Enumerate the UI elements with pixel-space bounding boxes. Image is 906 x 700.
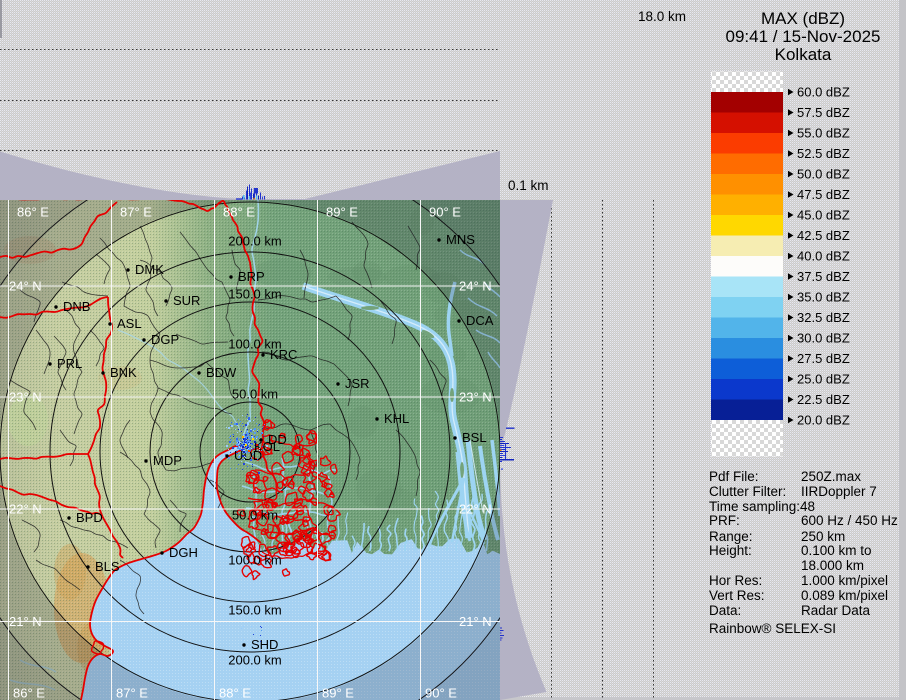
svg-text:0.089 km/pixel: 0.089 km/pixel — [801, 588, 888, 603]
svg-text:Radar Data: Radar Data — [801, 603, 871, 618]
svg-text:90° E: 90° E — [429, 205, 461, 220]
svg-text:27.5 dBZ: 27.5 dBZ — [797, 351, 850, 366]
svg-text:24° N: 24° N — [9, 279, 42, 294]
svg-text:50.0 km: 50.0 km — [232, 387, 278, 402]
svg-text:22.5 dBZ: 22.5 dBZ — [797, 392, 850, 407]
svg-text:09:41 / 15-Nov-2025: 09:41 / 15-Nov-2025 — [726, 27, 881, 46]
svg-text:88° E: 88° E — [223, 205, 255, 220]
svg-text:18.0 km: 18.0 km — [638, 9, 686, 24]
svg-text:50.0 dBZ: 50.0 dBZ — [797, 167, 850, 182]
svg-text:25.0 dBZ: 25.0 dBZ — [797, 372, 850, 387]
svg-text:42.5 dBZ: 42.5 dBZ — [797, 228, 850, 243]
svg-text:DNB: DNB — [63, 299, 90, 314]
svg-text:Kolkata: Kolkata — [775, 45, 832, 64]
svg-text:PRF:: PRF: — [709, 513, 740, 528]
svg-text:88° E: 88° E — [219, 686, 251, 700]
svg-text:Hor Res:: Hor Res: — [709, 573, 762, 588]
svg-text:21° N: 21° N — [9, 614, 42, 629]
svg-text:Vert Res:: Vert Res: — [709, 588, 765, 603]
svg-text:23° N: 23° N — [9, 390, 42, 405]
svg-text:55.0 dBZ: 55.0 dBZ — [797, 126, 850, 141]
svg-text:Rainbow® SELEX-SI: Rainbow® SELEX-SI — [709, 621, 836, 636]
svg-text:23° N: 23° N — [459, 390, 492, 405]
svg-text:89° E: 89° E — [326, 205, 358, 220]
svg-text:24° N: 24° N — [459, 279, 492, 294]
svg-text:DGP: DGP — [151, 332, 179, 347]
svg-text:DGH: DGH — [169, 545, 198, 560]
svg-text:DMK: DMK — [135, 262, 164, 277]
svg-text:BRP: BRP — [238, 269, 265, 284]
svg-text:47.5 dBZ: 47.5 dBZ — [797, 187, 850, 202]
svg-text:60.0 dBZ: 60.0 dBZ — [797, 85, 850, 100]
svg-text:1.000 km/pixel: 1.000 km/pixel — [801, 573, 888, 588]
svg-text:86° E: 86° E — [17, 205, 49, 220]
svg-text:150.0 km: 150.0 km — [228, 287, 281, 302]
svg-text:100.0 km: 100.0 km — [228, 553, 281, 568]
svg-text:Pdf File:: Pdf File: — [709, 469, 759, 484]
svg-text:50.0 km: 50.0 km — [232, 508, 278, 523]
svg-text:37.5 dBZ: 37.5 dBZ — [797, 269, 850, 284]
svg-text:BSL: BSL — [462, 430, 487, 445]
svg-text:21° N: 21° N — [459, 614, 492, 629]
svg-text:200.0 km: 200.0 km — [228, 234, 281, 249]
svg-text:Height:: Height: — [709, 543, 752, 558]
svg-text:SHD: SHD — [251, 637, 278, 652]
svg-text:0.1 km: 0.1 km — [508, 178, 549, 193]
svg-text:Data:: Data: — [709, 603, 741, 618]
svg-text:Clutter Filter:: Clutter Filter: — [709, 484, 786, 499]
svg-text:Range:: Range: — [709, 529, 753, 544]
svg-text:89° E: 89° E — [322, 686, 354, 700]
svg-text:DCA: DCA — [466, 313, 494, 328]
svg-text:87° E: 87° E — [120, 205, 152, 220]
svg-text:600 Hz / 450 Hz: 600 Hz / 450 Hz — [801, 513, 898, 528]
svg-text:30.0 dBZ: 30.0 dBZ — [797, 331, 850, 346]
svg-text:BLS: BLS — [95, 559, 120, 574]
svg-text:40.0 dBZ: 40.0 dBZ — [797, 249, 850, 264]
svg-text:150.0 km: 150.0 km — [228, 603, 281, 618]
svg-text:MDP: MDP — [153, 453, 182, 468]
svg-text:22° N: 22° N — [9, 502, 42, 517]
svg-text:52.5 dBZ: 52.5 dBZ — [797, 146, 850, 161]
svg-text:JSR: JSR — [345, 376, 370, 391]
svg-text:90° E: 90° E — [425, 686, 457, 700]
svg-text:BDW: BDW — [206, 365, 237, 380]
svg-text:250 km: 250 km — [801, 529, 845, 544]
svg-text:86° E: 86° E — [13, 686, 45, 700]
svg-text:250Z.max: 250Z.max — [801, 469, 861, 484]
svg-text:45.0 dBZ: 45.0 dBZ — [797, 208, 850, 223]
svg-text:BPD: BPD — [76, 510, 103, 525]
svg-text:Time sampling:48: Time sampling:48 — [709, 499, 815, 514]
svg-text:MAX (dBZ): MAX (dBZ) — [761, 9, 845, 28]
svg-text:32.5 dBZ: 32.5 dBZ — [797, 310, 850, 325]
svg-text:MNS: MNS — [446, 232, 475, 247]
svg-text:22° N: 22° N — [459, 502, 492, 517]
svg-text:BNK: BNK — [110, 365, 137, 380]
svg-text:KRC: KRC — [270, 347, 297, 362]
svg-text:200.0 km: 200.0 km — [228, 653, 281, 668]
svg-text:SUR: SUR — [173, 293, 200, 308]
svg-text:KHL: KHL — [384, 411, 409, 426]
svg-text:35.0 dBZ: 35.0 dBZ — [797, 290, 850, 305]
svg-text:18.000 km: 18.000 km — [801, 558, 864, 573]
svg-text:PRL: PRL — [57, 356, 82, 371]
svg-text:ASL: ASL — [117, 316, 142, 331]
svg-text:0.100 km to: 0.100 km to — [801, 543, 872, 558]
svg-text:87° E: 87° E — [116, 686, 148, 700]
svg-text:57.5 dBZ: 57.5 dBZ — [797, 105, 850, 120]
svg-text:20.0 dBZ: 20.0 dBZ — [797, 413, 850, 428]
svg-text:IIRDoppler 7: IIRDoppler 7 — [801, 484, 877, 499]
